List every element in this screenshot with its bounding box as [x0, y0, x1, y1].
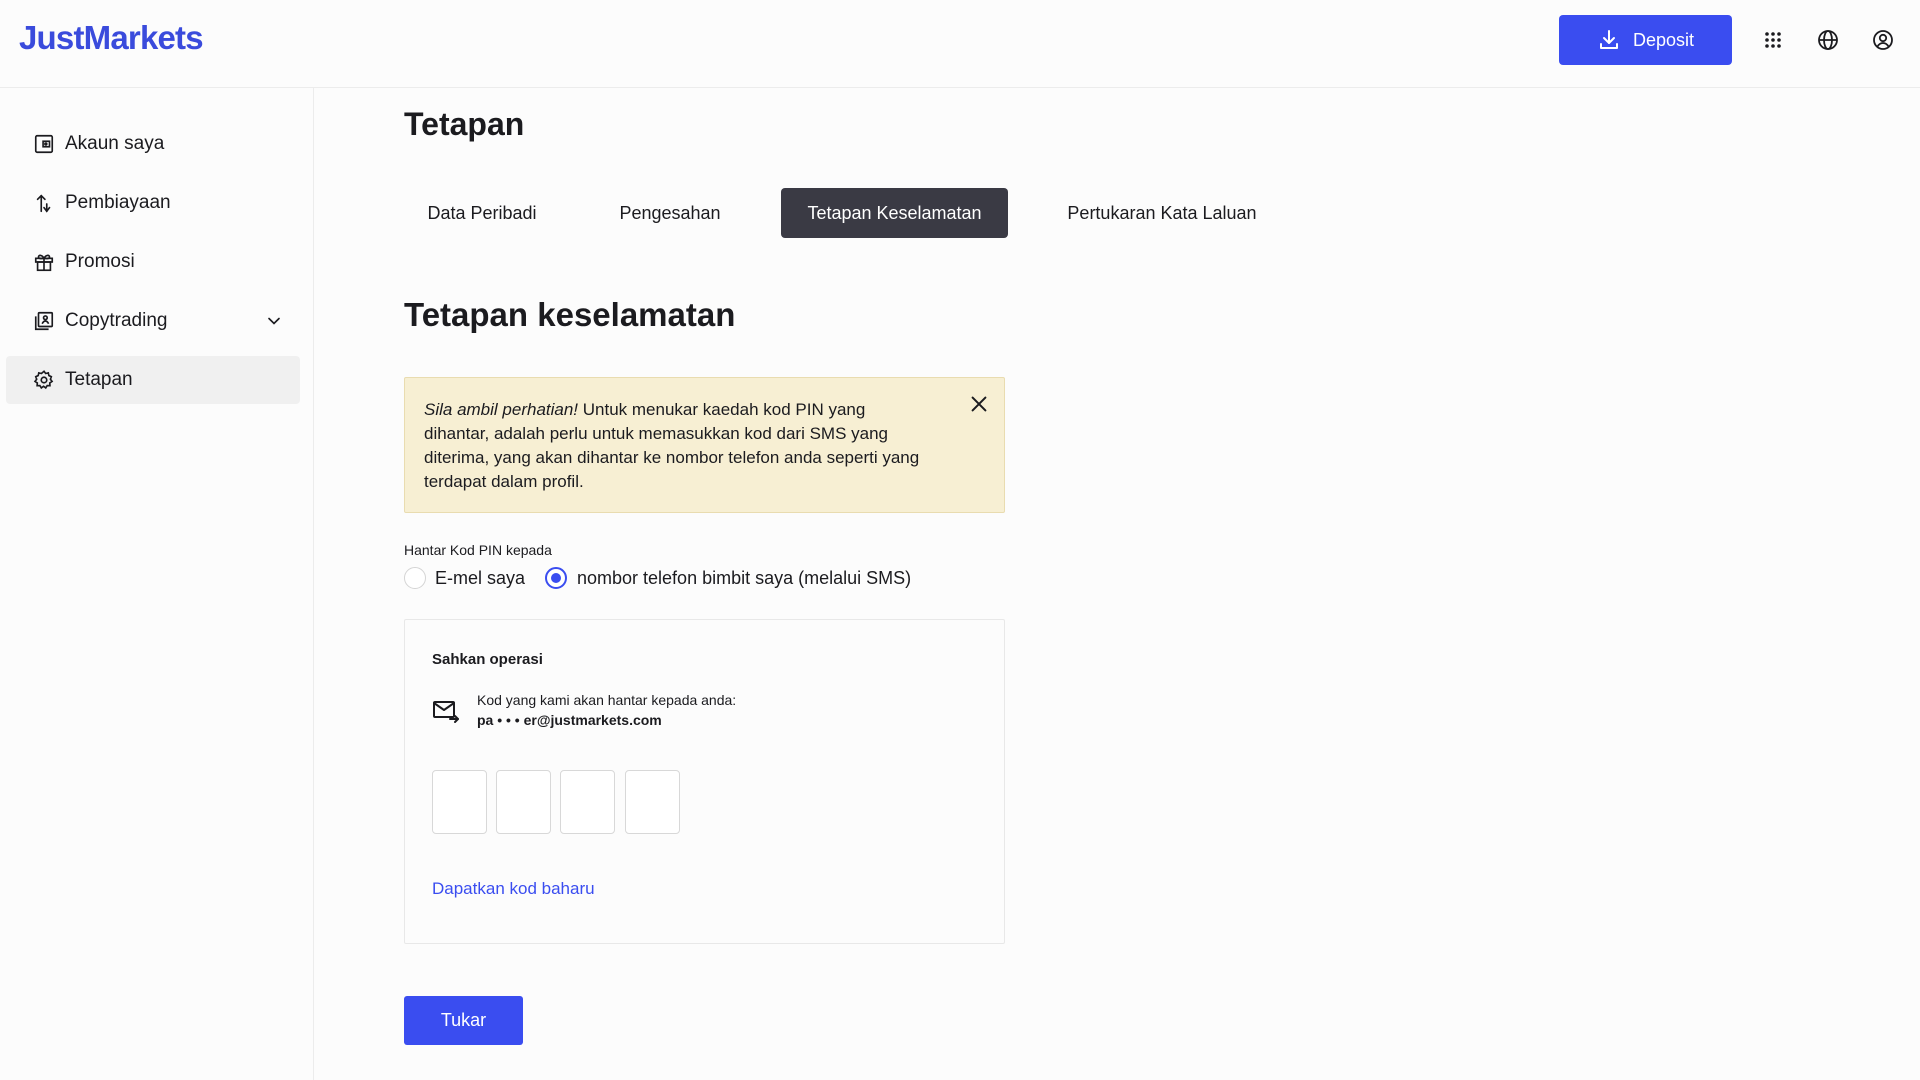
masked-email: pa • • • er@justmarkets.com	[477, 712, 662, 728]
code-digit-1[interactable]	[432, 770, 487, 834]
globe-icon[interactable]	[1814, 26, 1842, 54]
deposit-label: Deposit	[1632, 29, 1695, 50]
radio-email[interactable]	[404, 567, 426, 589]
apps-grid-icon[interactable]	[1759, 26, 1787, 54]
tab-pertukaran-kata-laluan[interactable]: Pertukaran Kata Laluan	[1046, 188, 1278, 238]
radio-sms-label[interactable]: nombor telefon bimbit saya (melalui SMS)	[577, 567, 911, 589]
sidebar-item-akaun-saya[interactable]: Akaun saya	[6, 120, 300, 168]
sidebar-item-label: Akaun saya	[65, 133, 165, 154]
sidebar-item-pembiayaan[interactable]: Pembiayaan	[6, 179, 300, 227]
mail-send-icon	[433, 701, 459, 723]
sidebar-item-label: Pembiayaan	[65, 192, 171, 213]
user-account-icon[interactable]	[1869, 26, 1897, 54]
code-digit-2[interactable]	[496, 770, 551, 834]
resend-code-link[interactable]: Dapatkan kod baharu	[432, 879, 595, 899]
chevron-down-icon[interactable]	[264, 311, 284, 331]
deposit-button[interactable]: Deposit	[1559, 15, 1732, 65]
code-digit-4[interactable]	[625, 770, 680, 834]
notice-emphasis: Sila ambil perhatian!	[424, 400, 579, 419]
justmarkets-logo[interactable]: JustMarkets	[19, 19, 204, 57]
code-sent-text: Kod yang kami akan hantar kepada anda:	[477, 692, 737, 708]
radio-email-label[interactable]: E-mel saya	[435, 567, 525, 589]
tab-pengesahan[interactable]: Pengesahan	[597, 188, 743, 238]
top-bar: JustMarkets Deposit	[0, 0, 1920, 88]
sidebar: Akaun saya Pembiayaan Promosi Copytradin…	[0, 88, 314, 1080]
gift-icon	[33, 251, 55, 273]
confirm-title: Sahkan operasi	[432, 651, 543, 668]
sidebar-item-copytrading[interactable]: Copytrading	[6, 297, 300, 345]
transfer-arrows-icon	[33, 192, 55, 214]
sidebar-item-promosi[interactable]: Promosi	[6, 238, 300, 286]
copytrading-icon	[33, 310, 55, 332]
tab-data-peribadi[interactable]: Data Peribadi	[404, 188, 560, 238]
account-wallet-icon	[33, 133, 55, 155]
code-digit-3[interactable]	[560, 770, 615, 834]
close-icon[interactable]	[968, 393, 990, 415]
page-title: Tetapan	[404, 106, 525, 142]
gear-icon	[33, 369, 55, 391]
sidebar-item-label: Copytrading	[65, 310, 168, 331]
radio-sms[interactable]	[545, 567, 567, 589]
notice-banner: Sila ambil perhatian! Untuk menukar kaed…	[404, 377, 1005, 513]
submit-button[interactable]: Tukar	[404, 996, 523, 1045]
section-title: Tetapan keselamatan	[404, 296, 736, 333]
sidebar-item-label: Promosi	[65, 251, 135, 272]
pin-method-label: Hantar Kod PIN kepada	[404, 542, 552, 558]
sidebar-item-tetapan[interactable]: Tetapan	[6, 356, 300, 404]
download-icon	[1599, 30, 1618, 49]
tab-tetapan-keselamatan[interactable]: Tetapan Keselamatan	[781, 188, 1008, 238]
sidebar-item-label: Tetapan	[65, 369, 133, 390]
